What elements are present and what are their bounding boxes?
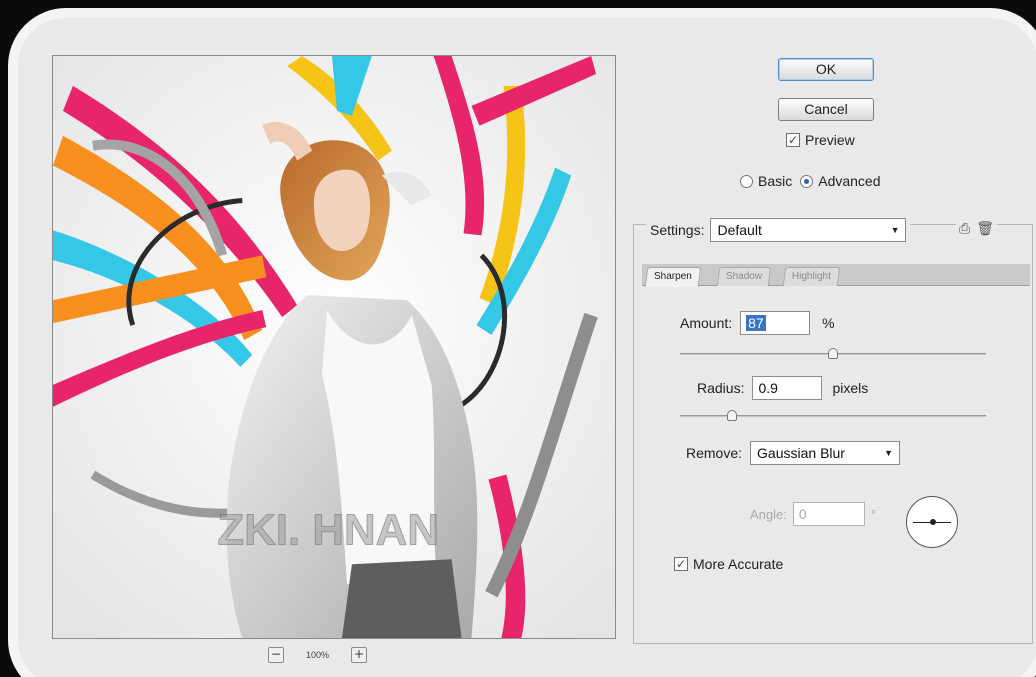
amount-label: Amount: [680, 315, 733, 331]
more-accurate-row[interactable]: ✓ More Accurate [674, 556, 783, 572]
preview-pane[interactable]: ZKI. HNAN [52, 55, 616, 639]
basic-radio[interactable] [740, 174, 753, 188]
basic-label: Basic [758, 173, 793, 189]
settings-select[interactable]: Default ▼ [710, 218, 907, 242]
remove-label: Remove: [686, 445, 743, 461]
angle-row: Angle: 0 ° [750, 502, 876, 526]
angle-dial[interactable] [906, 496, 958, 548]
radius-value: 0.9 [758, 380, 778, 396]
remove-row: Remove: Gaussian Blur ▼ [686, 441, 901, 465]
angle-value: 0 [798, 506, 807, 522]
zoom-out-button[interactable]: − [268, 647, 284, 663]
radius-slider-thumb[interactable] [727, 410, 738, 421]
radius-input[interactable]: 0.9 [752, 376, 823, 400]
more-accurate-checkbox[interactable]: ✓ [674, 557, 688, 571]
tab-shadow[interactable]: Shadow [716, 267, 772, 286]
settings-icons: ⎙ 🗑 [956, 220, 997, 237]
mode-radio-group: Basic Advanced [740, 173, 881, 189]
radius-unit: pixels [832, 380, 869, 396]
settings-row: Settings: Default ▼ [646, 218, 911, 242]
settings-value: Default [717, 222, 762, 238]
angle-label: Angle: [750, 506, 787, 522]
trash-icon[interactable]: 🗑 [976, 220, 994, 237]
basic-radio-row[interactable]: Basic [740, 173, 792, 189]
amount-slider-thumb[interactable] [828, 348, 838, 359]
dialog-frame: ZKI. HNAN − 100% + OK Cancel ✓ Preview B… [8, 8, 1036, 677]
advanced-radio-row[interactable]: Advanced [800, 173, 881, 189]
settings-group-box [633, 224, 1033, 644]
preview-checkbox-row[interactable]: ✓ Preview [786, 132, 855, 148]
angle-input[interactable]: 0 [792, 502, 865, 526]
zoom-in-button[interactable]: + [351, 647, 368, 663]
preview-label: Preview [805, 132, 855, 148]
radius-slider-track [680, 415, 986, 417]
save-settings-icon[interactable]: ⎙ [959, 220, 970, 237]
remove-select[interactable]: Gaussian Blur ▼ [750, 441, 901, 465]
remove-value: Gaussian Blur [757, 445, 845, 461]
smart-sharpen-dialog: ZKI. HNAN − 100% + OK Cancel ✓ Preview B… [18, 18, 1036, 677]
cancel-button[interactable]: Cancel [778, 98, 874, 121]
chevron-down-icon: ▼ [890, 225, 900, 235]
amount-slider[interactable] [680, 348, 986, 360]
amount-unit: % [822, 315, 835, 331]
preview-checkbox[interactable]: ✓ [786, 133, 800, 147]
angle-unit: ° [870, 506, 877, 522]
amount-input[interactable]: 87 [740, 311, 811, 335]
watermark-text: ZKI. HNAN [217, 505, 439, 554]
amount-row: Amount: 87 % [680, 311, 835, 335]
zoom-level: 100% [306, 650, 330, 660]
amount-value: 87 [746, 315, 766, 331]
tab-sharpen[interactable]: Sharpen [644, 267, 702, 287]
advanced-label: Advanced [818, 173, 881, 189]
radius-label: Radius: [697, 380, 745, 396]
settings-label: Settings: [650, 222, 705, 238]
tab-strip: Sharpen Shadow Highlight [642, 264, 1030, 287]
more-accurate-label: More Accurate [693, 556, 784, 572]
radius-slider[interactable] [680, 410, 986, 422]
preview-image: ZKI. HNAN [53, 56, 615, 638]
zoom-controls: − 100% + [268, 644, 368, 666]
tab-highlight[interactable]: Highlight [782, 267, 841, 286]
chevron-down-icon: ▼ [884, 448, 894, 458]
advanced-radio[interactable] [800, 174, 814, 188]
radius-row: Radius: 0.9 pixels [697, 376, 868, 400]
ok-button[interactable]: OK [778, 58, 874, 81]
